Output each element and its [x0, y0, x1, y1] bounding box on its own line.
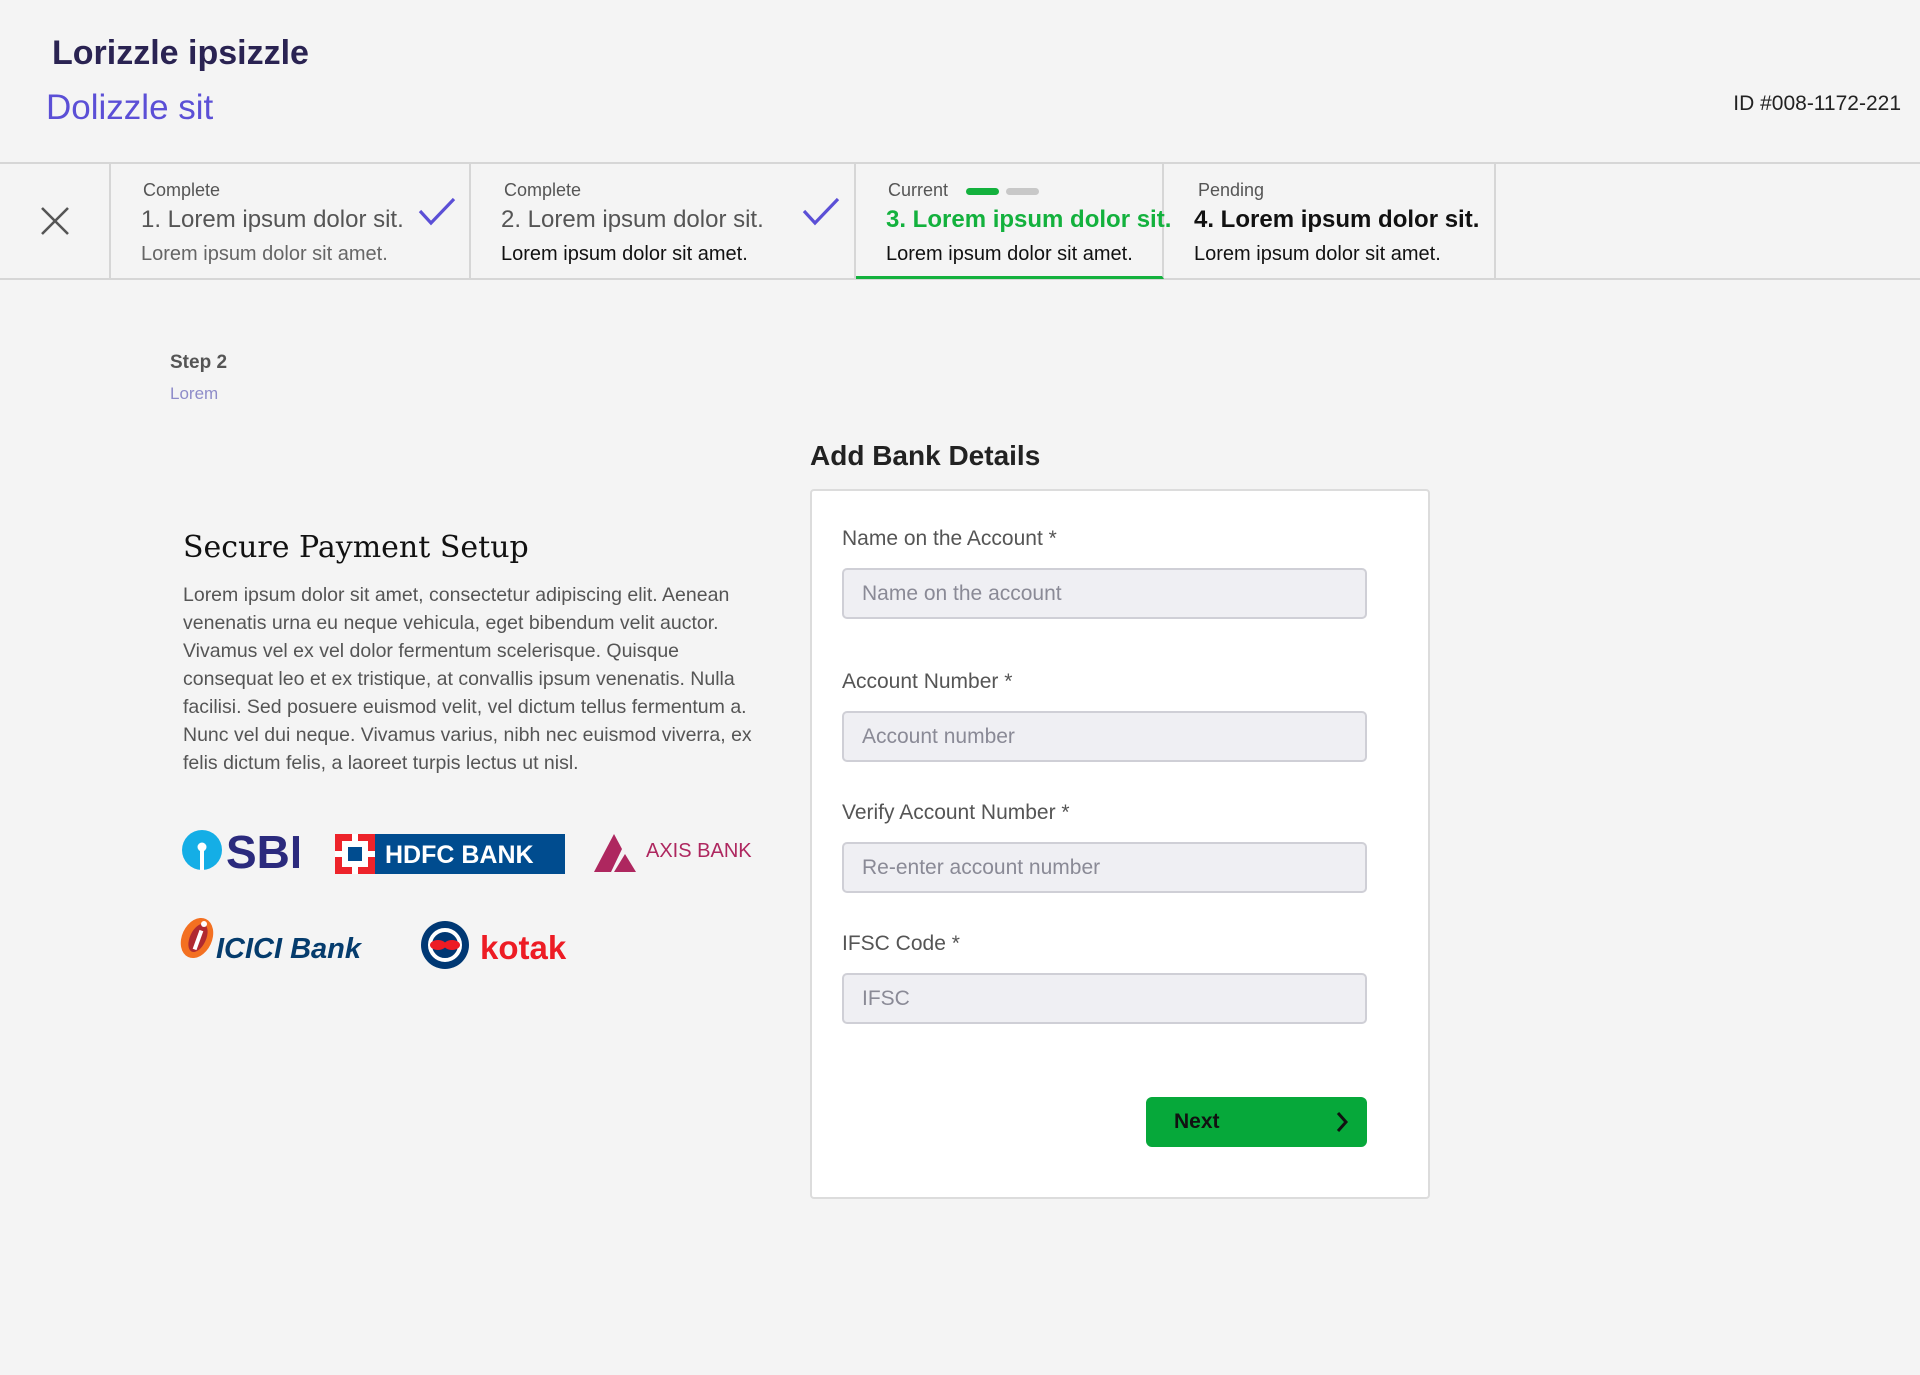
kotak-logo: kotak: [421, 921, 567, 969]
step-status: Current: [888, 180, 949, 200]
step-4[interactable]: Pending 4. Lorem ipsum dolor sit. Lorem …: [1164, 164, 1496, 278]
hdfc-logo-text: HDFC BANK: [385, 841, 534, 869]
app-subtitle: Dolizzle sit: [46, 88, 214, 127]
ifsc-code-label: IFSC Code *: [842, 932, 960, 955]
step-description: Lorem ipsum dolor sit amet.: [141, 243, 388, 265]
step-progress-filled: [966, 188, 999, 195]
app-title: Lorizzle ipsizzle: [52, 34, 309, 72]
step-status: Complete: [143, 180, 221, 200]
account-name-input[interactable]: [842, 568, 1367, 619]
check-icon: [418, 197, 456, 226]
ifsc-code-input[interactable]: [842, 973, 1367, 1024]
step-status: Complete: [504, 180, 582, 200]
kotak-logo-text: kotak: [480, 929, 567, 966]
step-status: Pending: [1198, 180, 1265, 200]
hdfc-logo: HDFC BANK: [335, 834, 565, 874]
info-body: Lorem ipsum dolor sit amet, consectetur …: [183, 584, 752, 774]
bank-details-form: Name on the Account * Account Number * V…: [810, 489, 1430, 1199]
account-number-input[interactable]: [842, 711, 1367, 762]
account-number-label: Account Number *: [842, 670, 1013, 693]
step-title: 1. Lorem ipsum dolor sit.: [141, 206, 404, 233]
step-3-current[interactable]: Current 3. Lorem ipsum dolor sit. Lorem …: [856, 164, 1171, 279]
progress-stepper: Complete 1. Lorem ipsum dolor sit. Lorem…: [0, 162, 1920, 280]
step-1[interactable]: Complete 1. Lorem ipsum dolor sit. Lorem…: [111, 164, 471, 278]
verify-account-number-label: Verify Account Number *: [842, 801, 1070, 824]
chevron-right-icon: [1336, 1112, 1349, 1132]
step-sublabel: Lorem: [170, 384, 219, 403]
step-label: Step 2: [170, 352, 228, 373]
step-title: 4. Lorem ipsum dolor sit.: [1194, 206, 1480, 233]
next-button-label: Next: [1174, 1110, 1220, 1133]
close-icon[interactable]: [40, 206, 70, 236]
step-2[interactable]: Complete 2. Lorem ipsum dolor sit. Lorem…: [471, 164, 856, 278]
form-title: Add Bank Details: [810, 440, 1041, 471]
verify-account-number-input[interactable]: [842, 842, 1367, 893]
icici-logo-text: ICICI Bank: [216, 933, 363, 964]
step-progress-empty: [1006, 188, 1039, 195]
step-description: Lorem ipsum dolor sit amet.: [886, 243, 1133, 265]
step-description: Lorem ipsum dolor sit amet.: [1194, 243, 1441, 265]
axis-logo-text: AXIS BANK: [646, 840, 752, 862]
check-icon: [802, 197, 840, 226]
icici-logo: ICICI Bank: [180, 917, 363, 964]
case-id: ID #008-1172-221: [1733, 92, 1901, 115]
step-title: 2. Lorem ipsum dolor sit.: [501, 206, 764, 233]
sbi-logo-text: SBI: [226, 828, 299, 872]
close-button[interactable]: [0, 164, 111, 278]
info-title: Secure Payment Setup: [183, 530, 529, 565]
sbi-logo: SBI: [182, 828, 299, 872]
account-name-label: Name on the Account *: [842, 527, 1057, 550]
step-title: 3. Lorem ipsum dolor sit.: [886, 206, 1172, 233]
next-button[interactable]: Next: [1146, 1097, 1367, 1147]
axis-logo: AXIS BANK: [594, 834, 752, 872]
step-description: Lorem ipsum dolor sit amet.: [501, 243, 748, 265]
